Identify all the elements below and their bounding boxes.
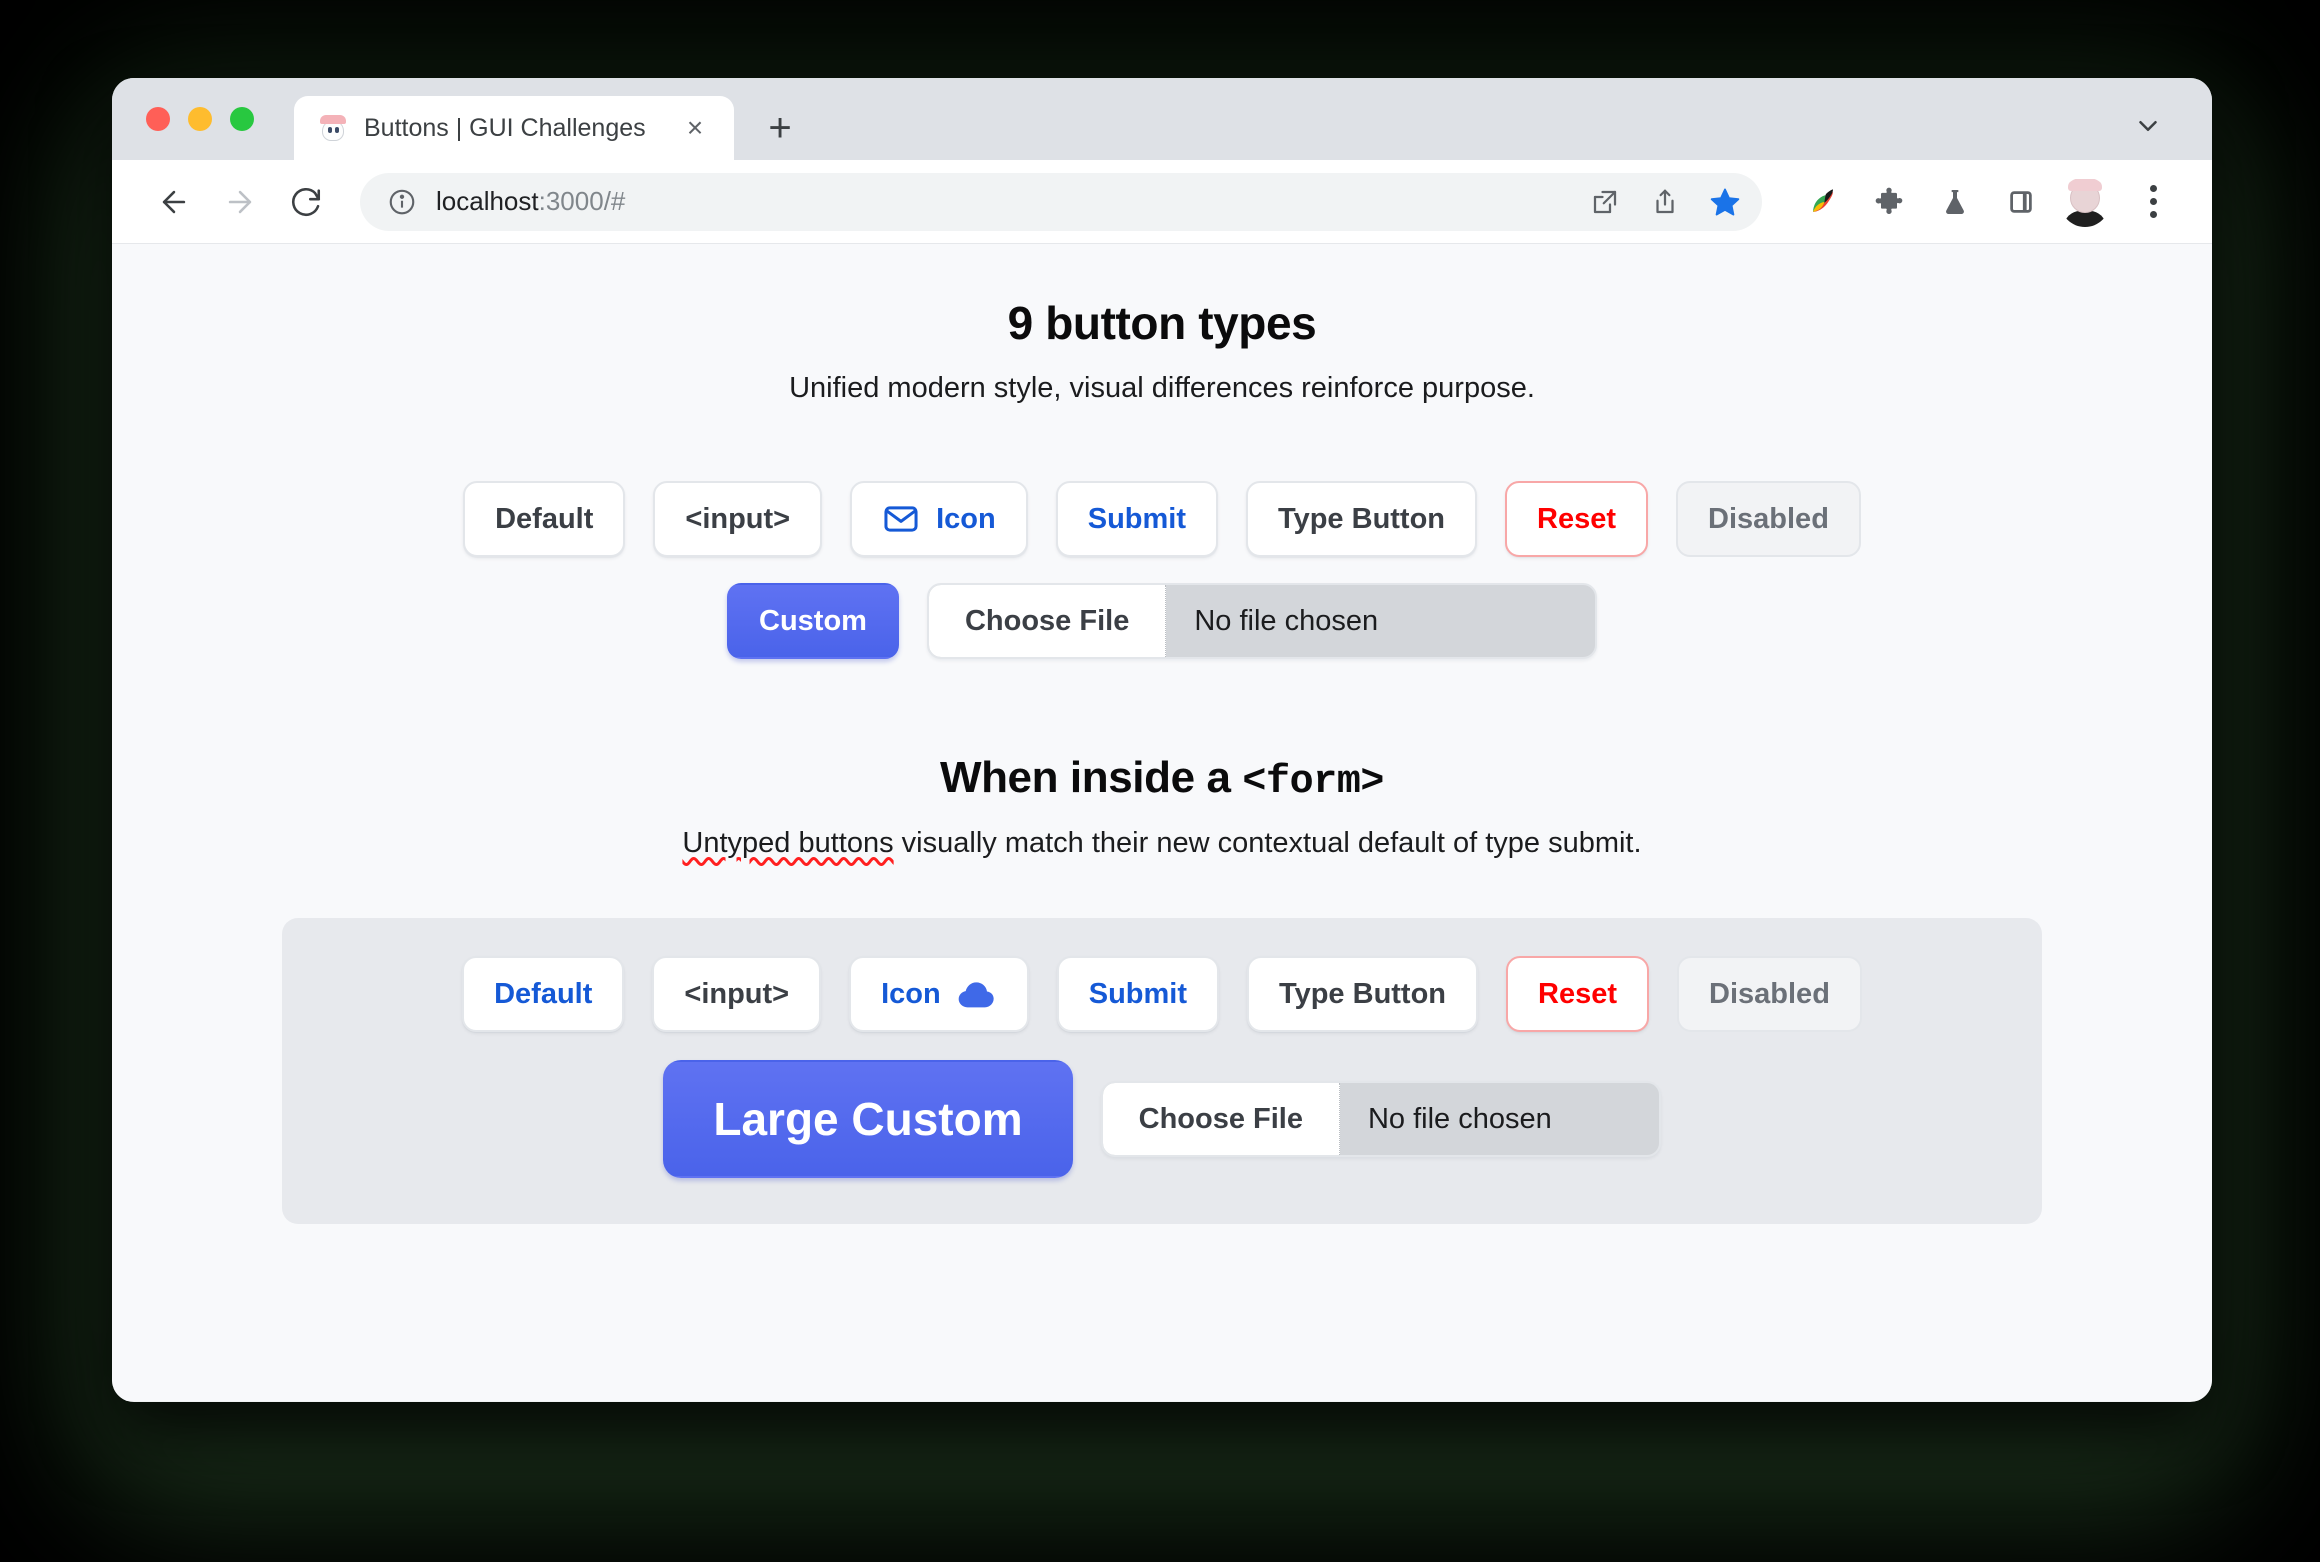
form-tag-code: <form> xyxy=(1242,760,1385,805)
button-label: Reset xyxy=(1537,502,1617,535)
tab-title: Buttons | GUI Challenges xyxy=(364,113,646,142)
form-section-title-text: When inside a xyxy=(939,753,1243,802)
tab-strip: Buttons | GUI Challenges × + xyxy=(112,78,2212,160)
minimize-window-button[interactable] xyxy=(188,107,212,131)
button-label: Icon xyxy=(881,977,941,1010)
form-disabled-button: Disabled xyxy=(1677,956,1862,1032)
button-row-custom: Custom Choose File No file chosen xyxy=(112,583,2212,659)
submit-button[interactable]: Submit xyxy=(1055,481,1219,557)
extension-icons xyxy=(1796,175,2178,229)
info-circle-icon[interactable] xyxy=(386,186,418,218)
button-label: Type Button xyxy=(1278,502,1446,535)
form-input-button[interactable]: <input> xyxy=(652,956,822,1032)
spellcheck-phrase: Untyped buttons xyxy=(682,827,894,859)
disabled-button: Disabled xyxy=(1676,481,1861,557)
side-panel-icon[interactable] xyxy=(1994,175,2048,229)
button-label: Submit xyxy=(1088,977,1188,1010)
extension-colorful-icon[interactable] xyxy=(1796,175,1850,229)
file-input[interactable]: Choose File No file chosen xyxy=(926,583,1597,659)
ghost-favicon-icon xyxy=(318,113,348,143)
form-file-input[interactable]: Choose File No file chosen xyxy=(1100,1081,1661,1157)
cloud-icon xyxy=(957,978,997,1010)
button-label: Submit xyxy=(1087,502,1187,535)
form-button-row-primary: Default <input> Icon Submit Type Button … xyxy=(282,956,2042,1032)
button-label: Default xyxy=(494,977,593,1010)
url-host: localhost xyxy=(436,186,539,216)
share-icon[interactable] xyxy=(1638,175,1692,229)
form-subtitle-rest: visually match their new contextual defa… xyxy=(893,827,1642,859)
large-custom-button[interactable]: Large Custom xyxy=(663,1060,1073,1178)
button-label: Reset xyxy=(1538,977,1618,1010)
forward-button[interactable] xyxy=(212,174,268,230)
page-viewport: 9 button types Unified modern style, vis… xyxy=(112,244,2212,1401)
close-window-button[interactable] xyxy=(146,107,170,131)
page-subtitle: Unified modern style, visual differences… xyxy=(789,372,1535,404)
button-label: <input> xyxy=(685,502,791,535)
page-title: 9 button types xyxy=(1007,297,1317,349)
chevron-down-icon[interactable] xyxy=(2130,108,2166,144)
form-panel: Default <input> Icon Submit Type Button … xyxy=(282,918,2042,1224)
traffic-lights xyxy=(146,78,254,160)
address-bar[interactable]: localhost:3000/# xyxy=(360,172,1762,231)
file-name-label: No file chosen xyxy=(1194,604,1379,637)
open-in-new-icon[interactable] xyxy=(1578,175,1632,229)
back-button[interactable] xyxy=(146,174,202,230)
url-text: localhost:3000/# xyxy=(436,186,1560,217)
close-tab-icon[interactable]: × xyxy=(678,111,712,145)
button-label: Default xyxy=(495,502,594,535)
form-choose-file-button[interactable]: Choose File xyxy=(1102,1083,1340,1155)
default-button[interactable]: Default xyxy=(463,481,626,557)
browser-tab[interactable]: Buttons | GUI Challenges × xyxy=(294,96,734,160)
omnibox-actions xyxy=(1578,175,1752,229)
form-reset-button[interactable]: Reset xyxy=(1506,956,1650,1032)
puzzle-piece-icon[interactable] xyxy=(1862,175,1916,229)
button-label: Custom xyxy=(759,604,867,637)
button-label: Large Custom xyxy=(713,1093,1023,1145)
button-label: Disabled xyxy=(1708,502,1829,535)
reload-button[interactable] xyxy=(278,174,334,230)
url-path: :3000/# xyxy=(538,186,626,216)
mail-icon xyxy=(882,500,920,538)
new-tab-button[interactable]: + xyxy=(752,100,808,156)
browser-toolbar: localhost:3000/# xyxy=(112,160,2212,244)
form-file-name-label: No file chosen xyxy=(1367,1102,1552,1135)
button-label: Disabled xyxy=(1709,977,1830,1010)
button-label: Type Button xyxy=(1279,977,1447,1010)
button-label: <input> xyxy=(684,977,790,1010)
flask-icon[interactable] xyxy=(1928,175,1982,229)
reset-button[interactable]: Reset xyxy=(1505,481,1649,557)
custom-button[interactable]: Custom xyxy=(727,583,899,659)
type-button[interactable]: Type Button xyxy=(1246,481,1478,557)
form-section-subtitle: Untyped buttons visually match their new… xyxy=(112,827,2212,860)
maximize-window-button[interactable] xyxy=(230,107,254,131)
input-button[interactable]: <input> xyxy=(653,481,823,557)
form-section-title: When inside a <form> xyxy=(112,753,2212,805)
bookmark-star-icon[interactable] xyxy=(1698,175,1752,229)
form-button-row-custom: Large Custom Choose File No file chosen xyxy=(282,1060,2042,1178)
icon-button[interactable]: Icon xyxy=(850,481,1028,557)
three-dot-menu-icon[interactable] xyxy=(2128,175,2178,229)
choose-file-button[interactable]: Choose File xyxy=(928,585,1167,657)
form-submit-button[interactable]: Submit xyxy=(1056,956,1220,1032)
form-default-button[interactable]: Default xyxy=(462,956,625,1032)
browser-window: Buttons | GUI Challenges × + localhost:3… xyxy=(112,78,2212,1402)
button-label: Icon xyxy=(936,502,996,535)
profile-avatar-icon[interactable] xyxy=(2060,177,2110,227)
form-type-button[interactable]: Type Button xyxy=(1247,956,1479,1032)
button-row-primary: Default <input> Icon Submit Type Button xyxy=(112,481,2212,557)
form-icon-button[interactable]: Icon xyxy=(849,956,1029,1032)
